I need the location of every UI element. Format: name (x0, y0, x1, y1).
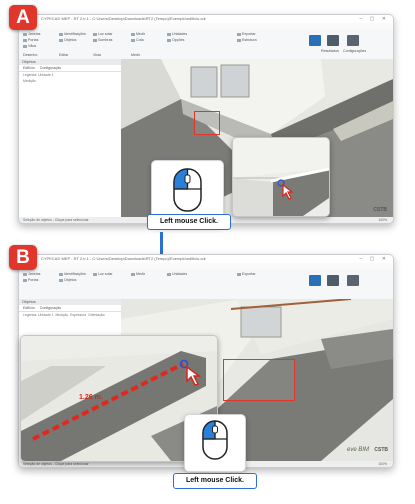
tab-configuration[interactable]: Configuração (40, 66, 61, 70)
mouse-left-click-icon (202, 420, 228, 460)
ribbon-item[interactable]: Unidades (167, 32, 187, 36)
ribbon-item[interactable]: Opções (167, 38, 184, 42)
ribbon-item[interactable]: Vãos (23, 44, 36, 48)
status-text: Seleção de objetos - Clique para selecio… (23, 462, 89, 466)
ribbon-group-label: Medir (131, 53, 140, 57)
step-b-caption: Left mouse Click. (173, 473, 257, 489)
results-icon[interactable] (309, 35, 321, 46)
tab-configuration[interactable]: Configuração (40, 306, 61, 310)
measurement-label: 1.26 m. (79, 394, 103, 401)
list-item[interactable]: Legenda: Unidade 1 Medição Espessura Ori… (19, 312, 121, 318)
results-grid-icon[interactable] (327, 35, 339, 46)
ribbon-group-label: Desenho (23, 53, 38, 57)
objects-panel-tabs: Edifício Configuração (19, 305, 121, 312)
window-controls[interactable]: – ▢ ✕ (360, 16, 389, 22)
highlight-box (194, 111, 220, 135)
ribbon-item[interactable]: Identificações (59, 32, 86, 36)
ribbon-item[interactable]: Exportar (237, 32, 256, 36)
status-text: Seleção de objetos - Clique para selecio… (23, 218, 89, 222)
objects-panel-tabs: Edifício Configuração (19, 65, 121, 72)
ribbon-item[interactable]: Objetos (59, 38, 76, 42)
ribbon-item[interactable]: Exportar (237, 272, 256, 276)
step-b-badge: B (9, 245, 37, 270)
cstb-logo: CSTB (374, 447, 388, 453)
evebim-logo: eve BIM (346, 447, 369, 453)
list-item[interactable]: Medição (19, 78, 121, 84)
tab-building[interactable]: Edifício (23, 66, 35, 70)
ribbon-item[interactable]: Sombras (93, 38, 112, 42)
ribbon-group-label: Vista (93, 53, 101, 57)
settings-icon[interactable] (347, 275, 359, 286)
ribbon-item[interactable]: Portas (23, 38, 38, 42)
settings-button-label: Configurações (343, 49, 367, 53)
ribbon-item[interactable]: Medir (131, 32, 145, 36)
ribbon-item[interactable]: Estrutura (237, 38, 257, 42)
highlight-box (223, 359, 295, 401)
mouse-illustration-step-b (184, 414, 246, 472)
ribbon-toolbar: Janelas Portas Identificações Objetos Lu… (19, 269, 393, 300)
results-button-label: Resultados (321, 49, 339, 53)
settings-icon[interactable] (347, 35, 359, 46)
ribbon-item[interactable]: Janelas (23, 32, 40, 36)
ribbon-item[interactable]: Luz solar (93, 32, 113, 36)
ribbon-item[interactable]: Cota (131, 38, 144, 42)
results-grid-icon[interactable] (327, 275, 339, 286)
window-controls[interactable]: – ▢ ✕ (360, 256, 389, 262)
ribbon-item[interactable]: Janelas (23, 272, 40, 276)
ribbon-toolbar: Janelas Portas Vãos Identificações Objet… (19, 29, 393, 60)
ribbon-item[interactable]: Identificações (59, 272, 86, 276)
window-title: CYPECAD MEP - RT 2.b.1 - C:\Users\Deskto… (41, 16, 206, 21)
objects-panel: Objetos Edifício Configuração Legenda: U… (19, 59, 122, 217)
ribbon-group-label: Editar (59, 53, 69, 57)
zoom-level: 100% (378, 218, 387, 222)
ribbon-item[interactable]: Medir (131, 272, 145, 276)
ribbon-item[interactable]: Portas (23, 278, 38, 282)
zoom-inset-step-a (232, 137, 330, 217)
ribbon-item[interactable]: Objetos (59, 278, 76, 282)
zoom-detail-render (233, 138, 329, 216)
results-icon[interactable] (309, 275, 321, 286)
zoom-level: 100% (378, 462, 387, 466)
step-a-caption: Left mouse Click. (147, 214, 231, 230)
step-a-badge: A (9, 5, 37, 30)
tab-building[interactable]: Edifício (23, 306, 35, 310)
window-title: CYPECAD MEP - RT 2.b.1 - C:\Users\Deskto… (41, 256, 206, 261)
ribbon-item[interactable]: Unidades (167, 272, 187, 276)
cstb-logo: CSTB (373, 207, 387, 213)
ribbon-item[interactable]: Luz solar (93, 272, 113, 276)
